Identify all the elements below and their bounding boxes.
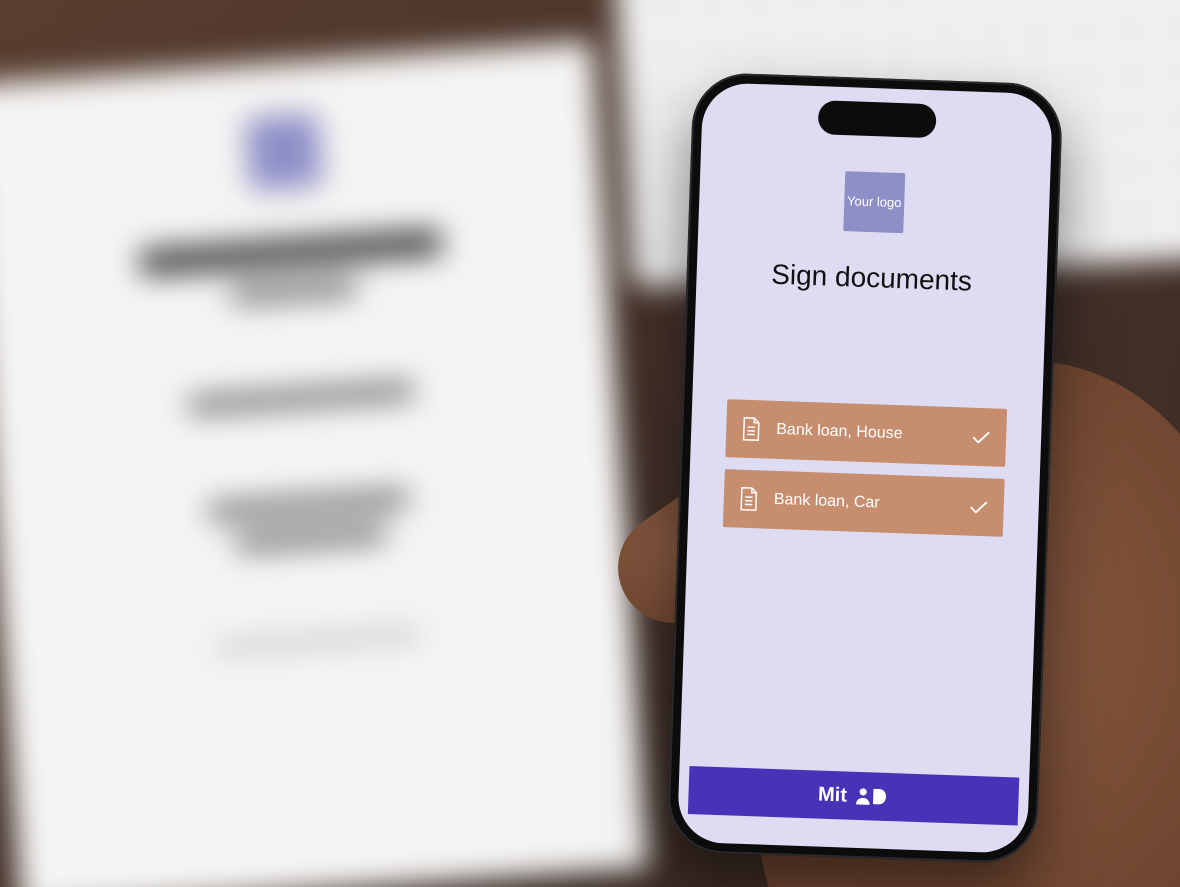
document-label: Bank loan, Car xyxy=(774,491,969,516)
phone-frame: Your logo Sign documents Bank loan, Hous… xyxy=(667,72,1064,864)
document-icon xyxy=(737,486,760,513)
brand-logo-tile: Your logo xyxy=(843,171,905,233)
check-icon xyxy=(967,496,990,519)
document-icon xyxy=(740,416,763,443)
check-icon xyxy=(970,426,993,449)
dynamic-island xyxy=(818,100,937,138)
sign-mitid-button[interactable]: Mit xyxy=(688,766,1019,825)
document-list: Bank loan, House Bank loan, Car xyxy=(723,399,1007,537)
document-label: Bank loan, House xyxy=(776,421,971,446)
document-item-house[interactable]: Bank loan, House xyxy=(725,399,1007,467)
document-item-car[interactable]: Bank loan, Car xyxy=(723,469,1005,537)
mitid-icon xyxy=(855,785,890,808)
sign-button-label: Mit xyxy=(818,783,848,807)
page-title: Sign documents xyxy=(771,259,973,298)
phone-screen: Your logo Sign documents Bank loan, Hous… xyxy=(677,82,1053,854)
paper-document xyxy=(0,41,650,887)
